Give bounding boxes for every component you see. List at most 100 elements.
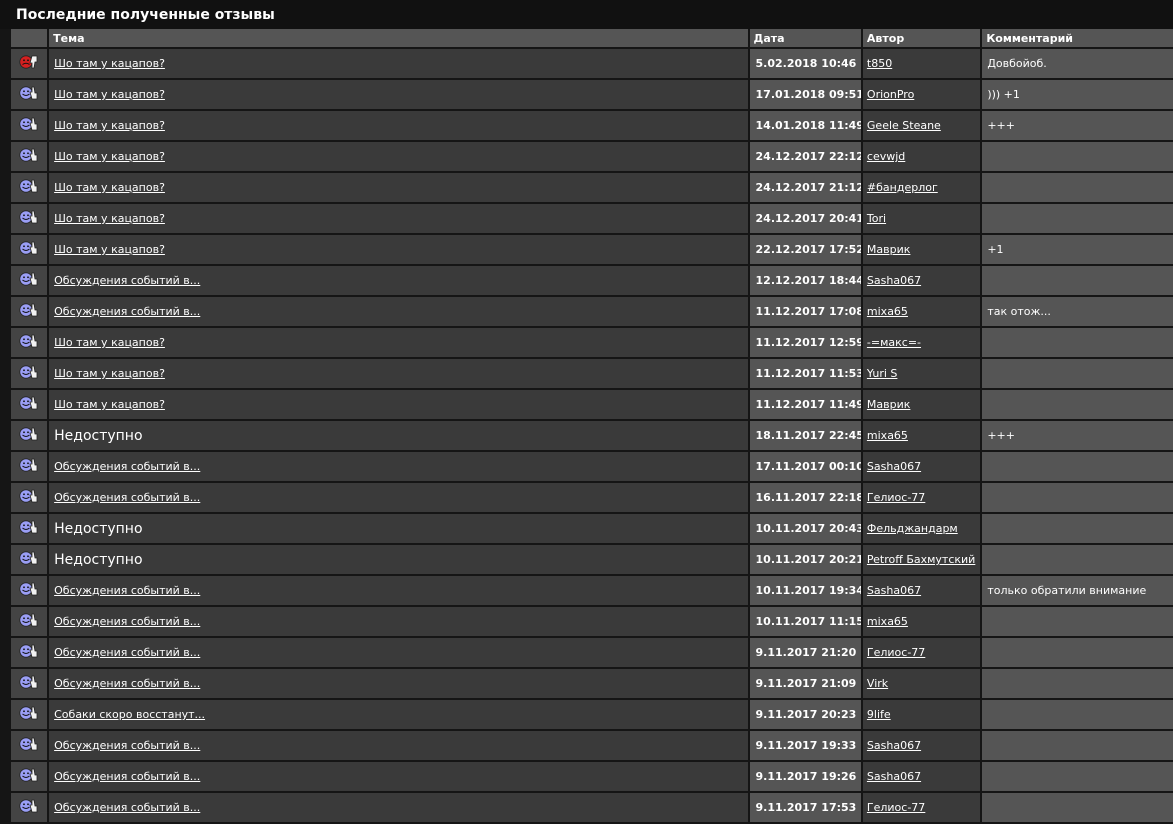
header-date[interactable]: Дата xyxy=(749,29,861,47)
author-link[interactable]: Sasha067 xyxy=(867,584,921,597)
rating-icon-cell xyxy=(11,142,48,171)
topic-link[interactable]: Шо там у кацапов? xyxy=(54,243,165,256)
comment-cell xyxy=(982,669,1173,698)
topic-link[interactable]: Собаки скоро восстанут... xyxy=(54,708,205,721)
author-link[interactable]: 9life xyxy=(867,708,891,721)
date-cell: 22.12.2017 17:52 xyxy=(749,235,861,264)
header-comment[interactable]: Комментарий xyxy=(982,29,1173,47)
author-link[interactable]: Маврик xyxy=(867,243,911,256)
comment-cell xyxy=(982,142,1173,171)
topic-link[interactable]: Шо там у кацапов? xyxy=(54,57,165,70)
author-link[interactable]: #бандерлог xyxy=(867,181,938,194)
author-link[interactable]: Yuri S xyxy=(867,367,898,380)
topic-link[interactable]: Обсуждения событий в... xyxy=(54,646,200,659)
topic-link[interactable]: Обсуждения событий в... xyxy=(54,677,200,690)
author-link[interactable]: mixa65 xyxy=(867,615,908,628)
rating-icon-cell xyxy=(11,421,48,450)
table-row: Собаки скоро восстанут... 9.11.2017 20:23… xyxy=(11,700,1173,729)
author-link[interactable]: cevwjd xyxy=(867,150,905,163)
author-cell: Virk xyxy=(862,669,981,698)
date-cell: 24.12.2017 20:41 xyxy=(749,204,861,233)
page-title: Последние полученные отзывы xyxy=(0,0,1173,29)
author-cell: 9life xyxy=(862,700,981,729)
thumbs-up-icon xyxy=(17,797,41,818)
topic-cell: Обсуждения событий в... xyxy=(49,607,748,636)
rating-icon-cell xyxy=(11,669,48,698)
table-row: Обсуждения событий в... 9.11.2017 17:53 Ге… xyxy=(11,793,1173,822)
topic-link[interactable]: Шо там у кацапов? xyxy=(54,119,165,132)
table-row: Обсуждения событий в... 12.12.2017 18:44 S… xyxy=(11,266,1173,295)
date-cell: 11.12.2017 12:59 xyxy=(749,328,861,357)
author-link[interactable]: Фельджандарм xyxy=(867,522,958,535)
author-link[interactable]: Petroff Бахмутский xyxy=(867,553,975,566)
comment-cell xyxy=(982,514,1173,543)
rating-icon-cell xyxy=(11,173,48,202)
author-link[interactable]: mixa65 xyxy=(867,305,908,318)
author-link[interactable]: Sasha067 xyxy=(867,770,921,783)
author-link[interactable]: Tori xyxy=(867,212,886,225)
rating-icon-cell xyxy=(11,483,48,512)
author-link[interactable]: Virk xyxy=(867,677,888,690)
author-link[interactable]: Geele Steane xyxy=(867,119,941,132)
comment-cell xyxy=(982,700,1173,729)
author-link[interactable]: Гелиос-77 xyxy=(867,646,925,659)
topic-link[interactable]: Обсуждения событий в... xyxy=(54,739,200,752)
table-row: Шо там у кацапов? 11.12.2017 12:59 -=макс=… xyxy=(11,328,1173,357)
thumbs-up-icon xyxy=(17,611,41,632)
topic-cell: Шо там у кацапов? xyxy=(49,204,748,233)
topic-link[interactable]: Шо там у кацапов? xyxy=(54,88,165,101)
author-link[interactable]: OrionPro xyxy=(867,88,914,101)
author-link[interactable]: Sasha067 xyxy=(867,274,921,287)
topic-link[interactable]: Обсуждения событий в... xyxy=(54,801,200,814)
comment-cell: ))) +1 xyxy=(982,80,1173,109)
author-link[interactable]: Гелиос-77 xyxy=(867,491,925,504)
topic-link[interactable]: Шо там у кацапов? xyxy=(54,336,165,349)
author-link[interactable]: Sasha067 xyxy=(867,460,921,473)
table-row: Шо там у кацапов? 14.01.2018 11:49 Geele S… xyxy=(11,111,1173,140)
topic-link[interactable]: Шо там у кацапов? xyxy=(54,398,165,411)
author-link[interactable]: t850 xyxy=(867,57,892,70)
rating-icon-cell xyxy=(11,80,48,109)
topic-link[interactable]: Обсуждения событий в... xyxy=(54,460,200,473)
topic-link[interactable]: Обсуждения событий в... xyxy=(54,770,200,783)
comment-cell xyxy=(982,545,1173,574)
topic-link[interactable]: Шо там у кацапов? xyxy=(54,181,165,194)
author-link[interactable]: Sasha067 xyxy=(867,739,921,752)
topic-cell: Шо там у кацапов? xyxy=(49,111,748,140)
table-row: Шо там у кацапов? 22.12.2017 17:52 Маврик +… xyxy=(11,235,1173,264)
rating-icon-cell xyxy=(11,731,48,760)
thumbs-up-icon xyxy=(17,487,41,508)
topic-link[interactable]: Шо там у кацапов? xyxy=(54,212,165,225)
topic-link[interactable]: Шо там у кацапов? xyxy=(54,367,165,380)
thumbs-up-icon xyxy=(17,208,41,229)
rating-icon-cell xyxy=(11,390,48,419)
topic-link[interactable]: Шо там у кацапов? xyxy=(54,150,165,163)
date-cell: 10.11.2017 20:43 xyxy=(749,514,861,543)
author-link[interactable]: Маврик xyxy=(867,398,911,411)
topic-cell: Шо там у кацапов? xyxy=(49,49,748,78)
topic-link[interactable]: Обсуждения событий в... xyxy=(54,491,200,504)
author-cell: Sasha067 xyxy=(862,576,981,605)
date-cell: 17.01.2018 09:51 xyxy=(749,80,861,109)
topic-link[interactable]: Обсуждения событий в... xyxy=(54,584,200,597)
header-author[interactable]: Автор xyxy=(862,29,981,47)
topic-link[interactable]: Обсуждения событий в... xyxy=(54,305,200,318)
comment-cell xyxy=(982,266,1173,295)
thumbs-up-icon xyxy=(17,735,41,756)
topic-link[interactable]: Обсуждения событий в... xyxy=(54,274,200,287)
table-row: Обсуждения событий в... 10.11.2017 19:34 S… xyxy=(11,576,1173,605)
author-link[interactable]: -=макс=- xyxy=(867,336,921,349)
author-cell: mixa65 xyxy=(862,421,981,450)
rating-icon-cell xyxy=(11,545,48,574)
author-link[interactable]: mixa65 xyxy=(867,429,908,442)
author-link[interactable]: Гелиос-77 xyxy=(867,801,925,814)
topic-cell: Шо там у кацапов? xyxy=(49,142,748,171)
topic-link[interactable]: Обсуждения событий в... xyxy=(54,615,200,628)
comment-cell: так отож... xyxy=(982,297,1173,326)
author-cell: Sasha067 xyxy=(862,266,981,295)
header-topic[interactable]: Тема xyxy=(49,29,748,47)
comment-cell xyxy=(982,173,1173,202)
thumbs-up-icon xyxy=(17,270,41,291)
topic-cell: Шо там у кацапов? xyxy=(49,80,748,109)
rating-icon-cell xyxy=(11,607,48,636)
